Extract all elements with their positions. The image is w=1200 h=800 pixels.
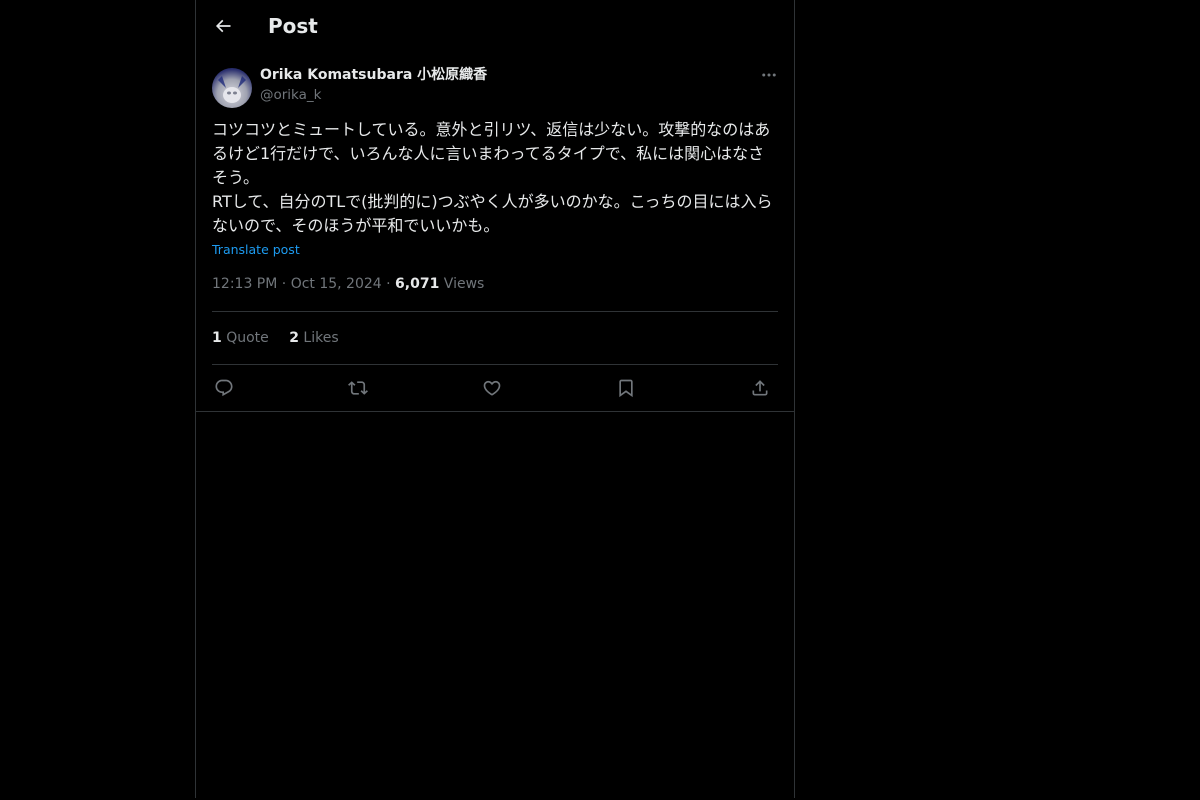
header: Post	[196, 0, 794, 53]
author-name[interactable]: Orika Komatsubara 小松原織香	[260, 66, 487, 84]
likes-stat[interactable]: 2 Likes	[289, 329, 338, 347]
views-count: 6,071	[395, 276, 440, 292]
translate-post-link[interactable]: Translate post	[212, 241, 300, 259]
bookmark-button[interactable]	[614, 376, 638, 400]
repost-icon	[348, 381, 368, 395]
more-button[interactable]	[758, 64, 780, 86]
quotes-count: 1	[212, 330, 222, 346]
avatar[interactable]	[212, 68, 252, 108]
more-icon	[762, 73, 776, 77]
meta-separator: ·	[277, 276, 291, 292]
divider	[212, 311, 778, 312]
views-label: Views	[443, 276, 485, 292]
quotes-stat[interactable]: 1 Quote	[212, 329, 269, 347]
divider	[212, 364, 778, 365]
like-button[interactable]	[480, 376, 504, 400]
quotes-label: Quote	[226, 330, 269, 346]
reply-button[interactable]	[212, 376, 236, 400]
main-column: Post Orika Komatsubara 小松原織香 @orika_k コツ…	[195, 0, 795, 798]
meta-separator: ·	[381, 276, 396, 292]
share-icon	[752, 380, 768, 396]
bookmark-icon	[619, 379, 633, 398]
heart-icon	[483, 380, 501, 396]
back-arrow-icon	[215, 19, 231, 33]
post-paragraph: RTして、自分のTLで(批判的に)つぶやく人が多いのかな。こっちの目には入らない…	[212, 192, 773, 235]
reply-icon	[215, 379, 233, 397]
likes-label: Likes	[303, 330, 339, 346]
post-meta: 12:13 PM · Oct 15, 2024 · 6,071 Views	[212, 275, 484, 293]
page-title: Post	[268, 14, 318, 38]
author-handle[interactable]: @orika_k	[260, 86, 321, 104]
back-button[interactable]	[206, 8, 240, 44]
post-text: コツコツとミュートしている。意外と引リツ、返信は少ない。攻撃的なのはあるけど1行…	[212, 118, 778, 238]
likes-count: 2	[289, 330, 299, 346]
post-paragraph: コツコツとミュートしている。意外と引リツ、返信は少ない。攻撃的なのはあるけど1行…	[212, 120, 771, 187]
divider	[196, 411, 794, 412]
avatar-image	[218, 76, 246, 103]
post-time[interactable]: 12:13 PM	[212, 276, 277, 292]
repost-button[interactable]	[346, 376, 370, 400]
post-date[interactable]: Oct 15, 2024	[291, 276, 382, 292]
share-button[interactable]	[748, 376, 772, 400]
post-stats: 1 Quote 2 Likes	[212, 329, 355, 347]
action-bar	[212, 376, 778, 400]
